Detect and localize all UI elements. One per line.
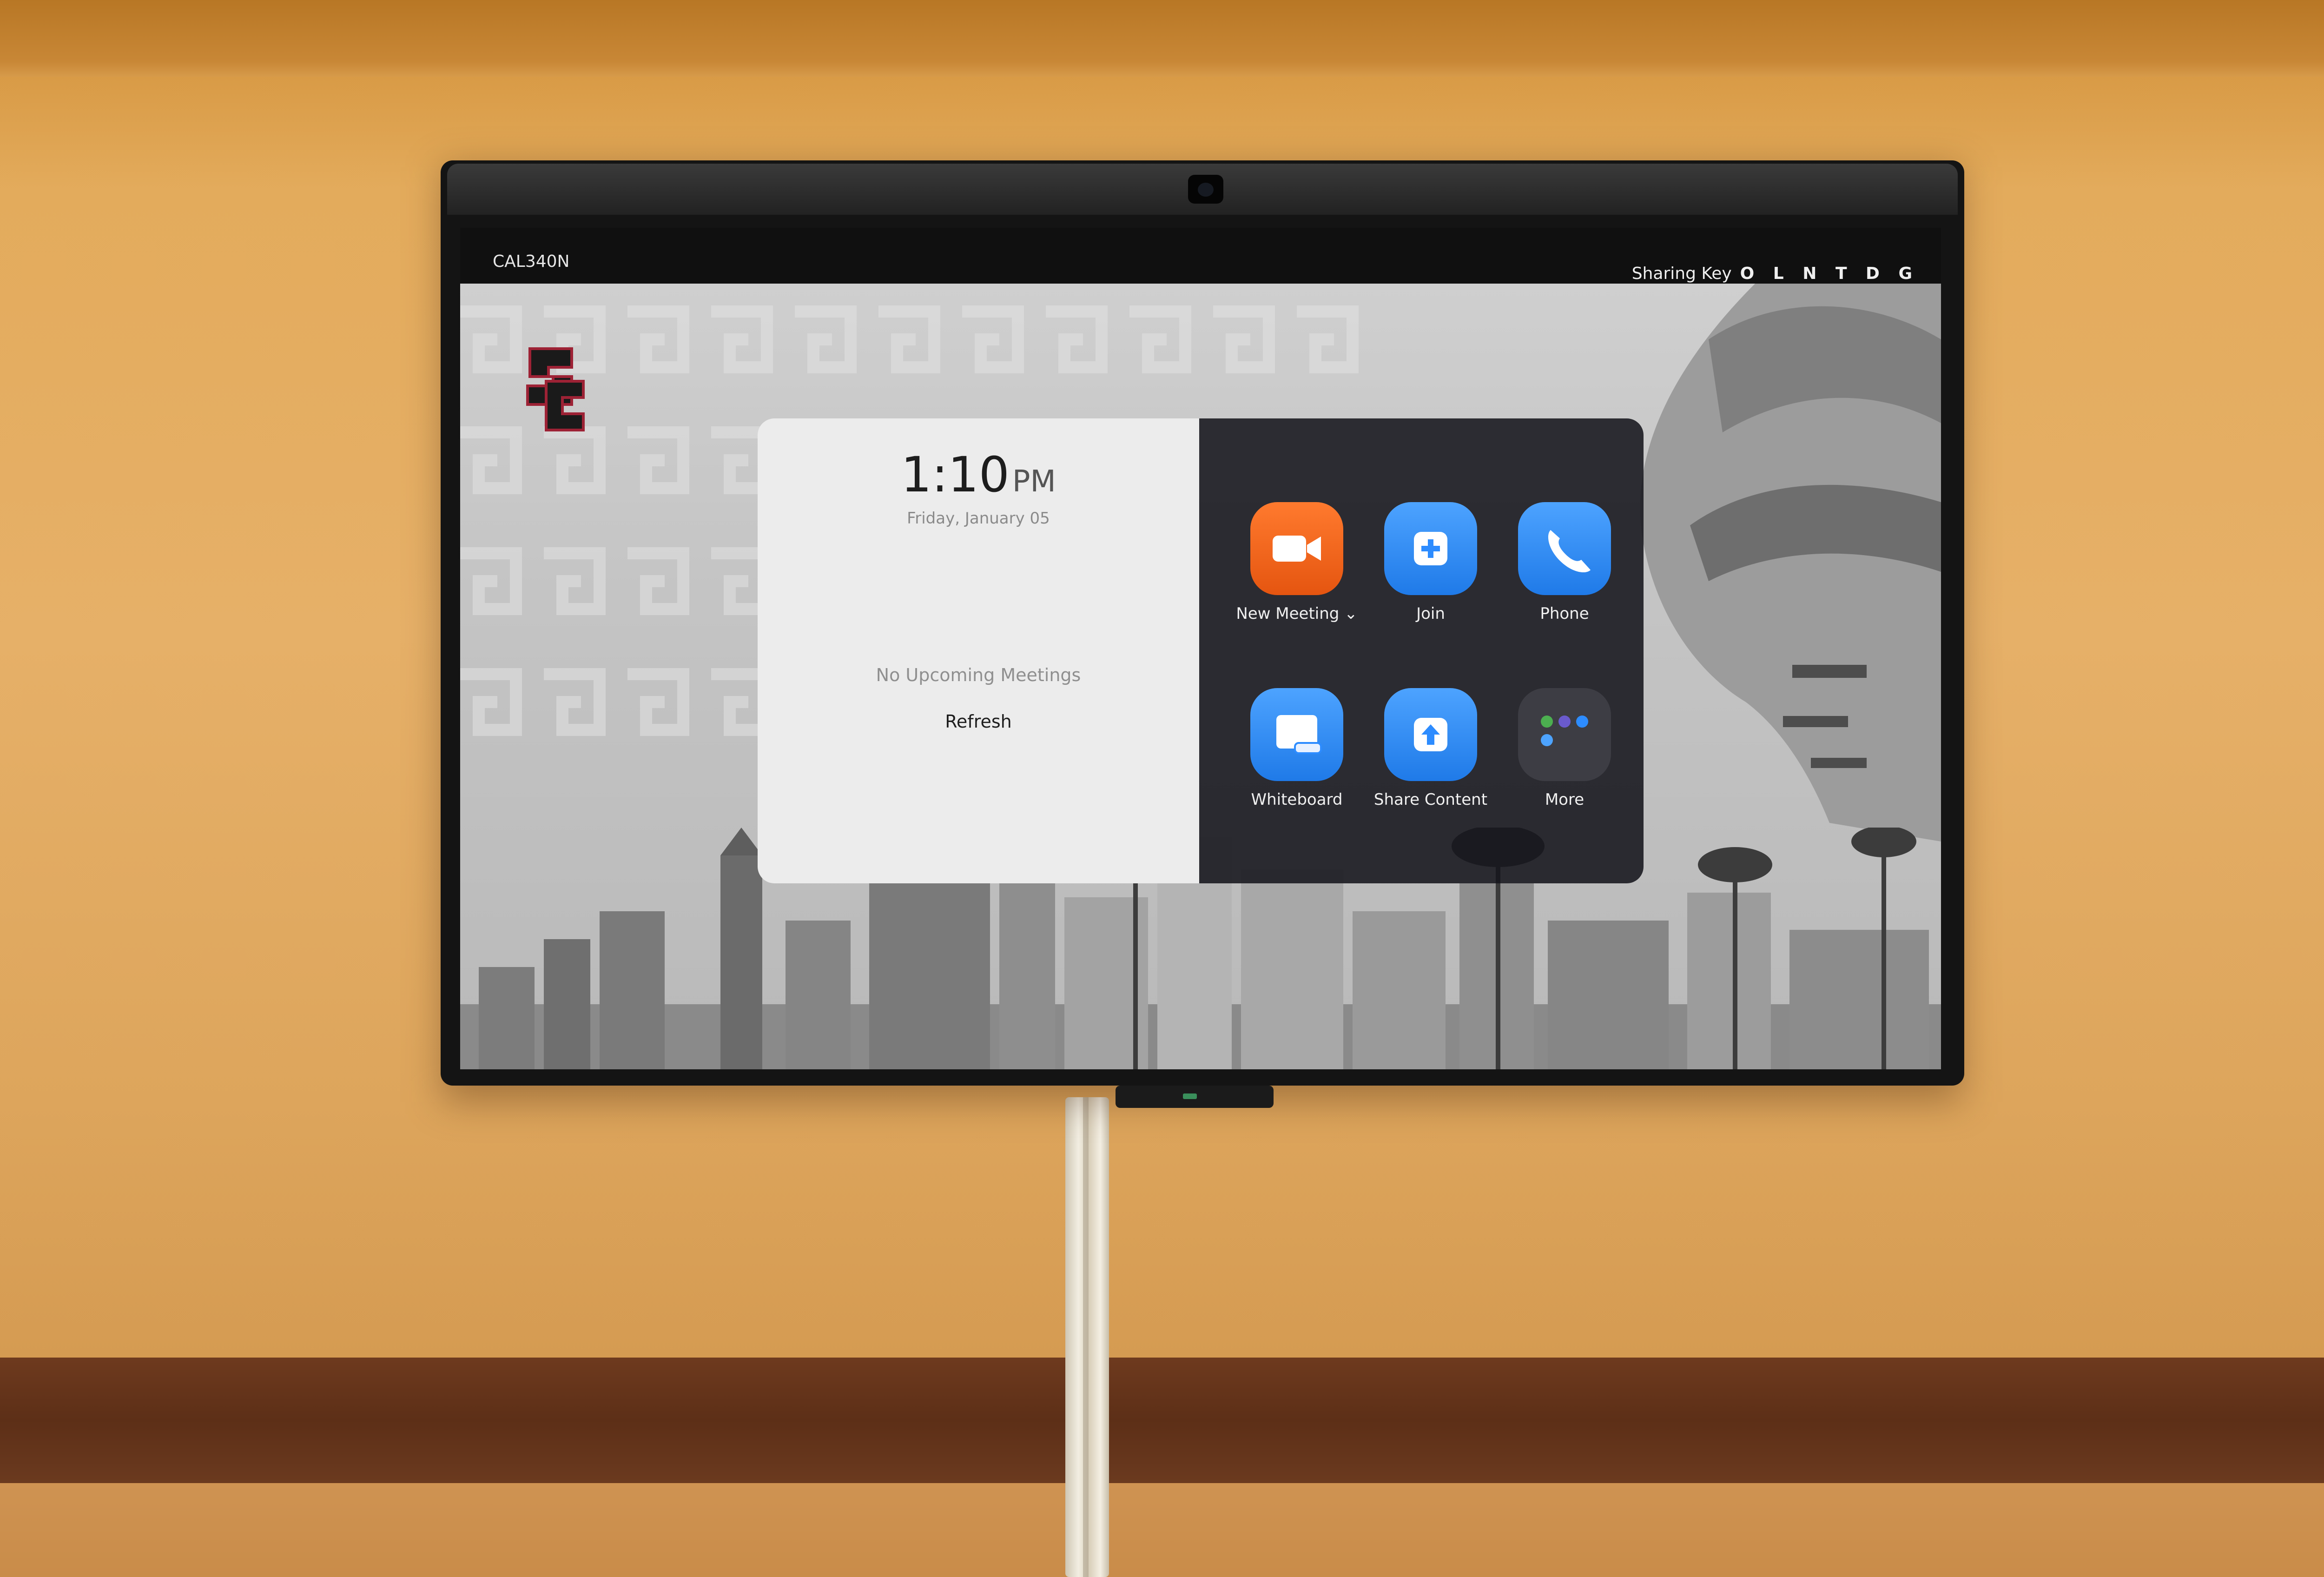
- join-button[interactable]: Join: [1370, 502, 1491, 642]
- camera-lens: [1198, 183, 1214, 197]
- room-name: CAL340N: [493, 252, 570, 271]
- home-panel: 1:10PM Friday, January 05 No Upcoming Me…: [758, 418, 1644, 883]
- sharing-key-value: O L N T D G: [1740, 264, 1919, 283]
- share-upload-icon: [1384, 688, 1477, 781]
- share-content-button[interactable]: Share Content: [1370, 688, 1491, 828]
- actions-panel: New Meeting ⌄ Join Phone Whiteboard Shar…: [1199, 418, 1644, 883]
- video-camera-icon: [1250, 502, 1343, 595]
- status-led: [1183, 1093, 1197, 1099]
- ceiling-edge: [0, 0, 2324, 77]
- new-meeting-label: New Meeting: [1236, 604, 1340, 623]
- clock-ampm: PM: [1012, 464, 1056, 499]
- phone-label: Phone: [1540, 604, 1589, 623]
- new-meeting-button[interactable]: New Meeting ⌄: [1236, 502, 1358, 642]
- apps-grid-icon: [1518, 688, 1611, 781]
- clock-time: 1:10: [901, 446, 1010, 503]
- meeting-list-panel: 1:10PM Friday, January 05 No Upcoming Me…: [758, 418, 1199, 883]
- usc-sc-logo: [526, 347, 585, 431]
- cable-raceway-seam: [1083, 1097, 1089, 1577]
- more-label: More: [1545, 790, 1585, 809]
- whiteboard-icon: [1250, 688, 1343, 781]
- sharing-key-label: Sharing Key: [1631, 264, 1732, 283]
- no-upcoming-meetings-text: No Upcoming Meetings: [876, 665, 1081, 685]
- phone-button[interactable]: Phone: [1504, 502, 1625, 642]
- plus-icon: [1384, 502, 1477, 595]
- zoom-rooms-screen: CAL340N Sharing Key O L N T D G 1:10PM F…: [460, 228, 1941, 1069]
- top-status-bar: CAL340N Sharing Key O L N T D G: [460, 228, 1941, 284]
- phone-icon: [1518, 502, 1611, 595]
- clock-date: Friday, January 05: [907, 509, 1050, 528]
- whiteboard-button[interactable]: Whiteboard: [1236, 688, 1357, 828]
- clock: 1:10PM: [758, 446, 1199, 503]
- refresh-button[interactable]: Refresh: [758, 711, 1199, 732]
- wall-lower-section: [0, 1483, 2324, 1577]
- sharing-key: Sharing Key O L N T D G: [1632, 264, 1919, 283]
- more-button[interactable]: More: [1504, 688, 1625, 828]
- wall-wainscot-stripe: [0, 1358, 2324, 1483]
